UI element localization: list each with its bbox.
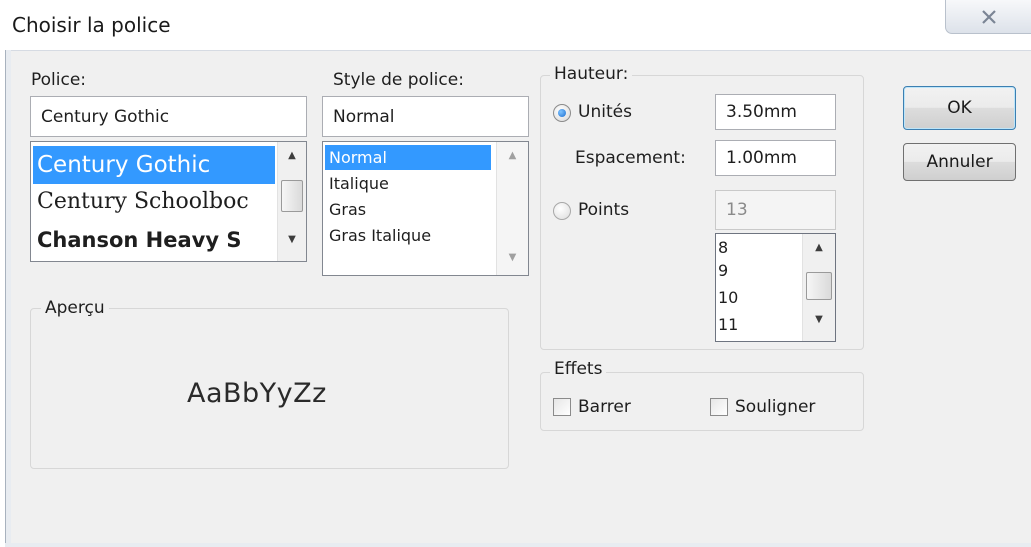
style-list-scrollbar[interactable]: ▲ ▼: [496, 142, 528, 275]
points-radio[interactable]: [553, 202, 571, 220]
close-button[interactable]: [945, 0, 1031, 34]
scroll-up-icon[interactable]: ▲: [803, 242, 835, 253]
points-list-item[interactable]: 11: [718, 314, 738, 336]
font-list[interactable]: Century Gothic Century Schoolboc Chanson…: [30, 141, 307, 262]
points-list-scrollbar[interactable]: ▲ ▼: [802, 234, 835, 341]
scroll-thumb[interactable]: [281, 180, 303, 212]
units-radio[interactable]: [553, 104, 571, 122]
height-group-label: Hauteur:: [550, 64, 633, 84]
strike-label: Barrer: [578, 397, 631, 417]
points-input[interactable]: 13: [715, 190, 836, 230]
cancel-button[interactable]: Annuler: [903, 143, 1016, 181]
font-style-list[interactable]: Normal Italique Gras Gras Italique ▲ ▼: [322, 141, 529, 276]
font-style-input[interactable]: Normal: [322, 96, 529, 137]
underline-checkbox[interactable]: [710, 398, 728, 416]
points-list-item[interactable]: 9: [718, 260, 728, 282]
style-list-item[interactable]: Gras: [325, 198, 366, 222]
scroll-down-icon[interactable]: ▼: [803, 314, 835, 325]
title-bar: Choisir la police: [0, 0, 1031, 50]
spacing-input[interactable]: 1.00mm: [715, 140, 836, 176]
scroll-thumb[interactable]: [806, 272, 832, 300]
underline-label: Souligner: [735, 397, 816, 417]
style-list-item[interactable]: Normal: [325, 145, 491, 170]
spacing-label: Espacement:: [575, 148, 686, 168]
radio-selected-dot: [558, 109, 566, 117]
preview-group-label: Aperçu: [41, 298, 109, 318]
scroll-up-icon[interactable]: ▲: [497, 150, 528, 161]
points-list-item[interactable]: 8: [718, 237, 728, 259]
font-label: Police:: [31, 70, 87, 90]
font-list-item[interactable]: Chanson Heavy S: [33, 222, 241, 258]
units-label: Unités: [578, 102, 632, 122]
ok-button[interactable]: OK: [903, 86, 1016, 130]
font-list-item[interactable]: Century Gothic: [33, 146, 275, 184]
font-list-item[interactable]: Century Schoolboc: [33, 184, 249, 220]
preview-sample-text: AaBbYyZz: [187, 378, 327, 409]
dialog-title: Choisir la police: [12, 13, 171, 37]
font-style-label: Style de police:: [333, 70, 464, 90]
points-list[interactable]: 8 9 10 11 ▲ ▼: [715, 233, 836, 342]
scroll-down-icon[interactable]: ▼: [497, 252, 528, 263]
points-list-item[interactable]: 10: [718, 287, 738, 309]
scroll-up-icon[interactable]: ▲: [278, 150, 306, 161]
font-list-scrollbar[interactable]: ▲ ▼: [277, 142, 306, 261]
scroll-down-icon[interactable]: ▼: [278, 234, 306, 245]
close-x-icon: [981, 9, 996, 24]
font-name-input[interactable]: Century Gothic: [30, 96, 307, 137]
points-label: Points: [578, 200, 630, 220]
units-input[interactable]: 3.50mm: [715, 94, 836, 130]
strike-checkbox[interactable]: [553, 398, 571, 416]
window-frame-bottom: [5, 543, 1031, 547]
style-list-item[interactable]: Gras Italique: [325, 224, 431, 248]
effects-group-label: Effets: [550, 359, 607, 379]
style-list-item[interactable]: Italique: [325, 172, 389, 196]
